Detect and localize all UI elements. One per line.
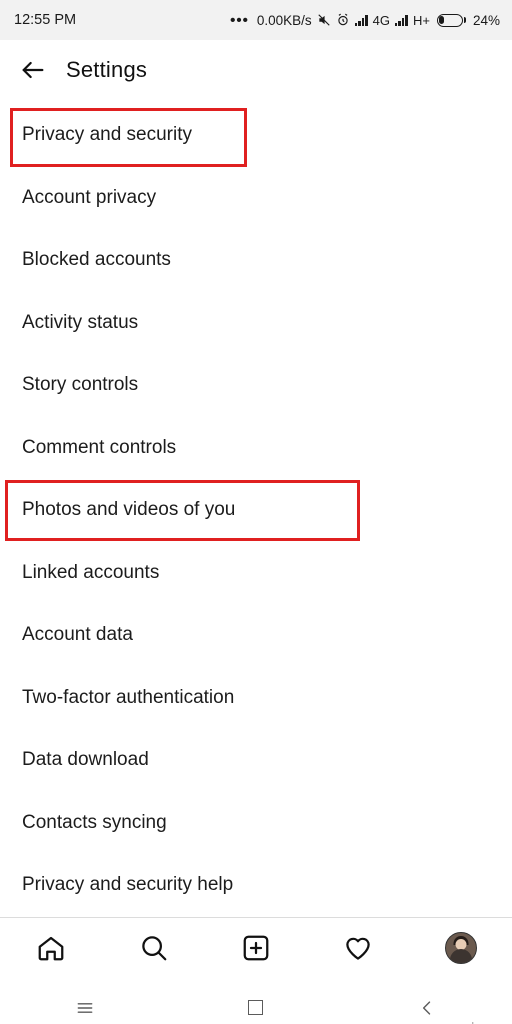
add-post-icon[interactable] xyxy=(227,925,285,971)
network-speed-label: 0.00KB/s xyxy=(256,12,312,28)
status-clock: 12:55 PM xyxy=(14,12,77,28)
settings-item-account-privacy[interactable]: Account privacy xyxy=(0,167,512,230)
settings-item-label: Contacts syncing xyxy=(22,811,167,833)
settings-item-label: Blocked accounts xyxy=(22,249,171,271)
settings-item-photos-and-videos-of-you[interactable]: Photos and videos of you xyxy=(0,479,512,542)
settings-item-label: Comment controls xyxy=(22,436,177,458)
settings-item-data-download[interactable]: Data download xyxy=(0,729,512,792)
status-bar-right: ••• 0.00KB/s 4G H+ 24% xyxy=(230,12,500,29)
settings-item-blocked-accounts[interactable]: Blocked accounts xyxy=(0,229,512,292)
settings-item-two-factor-authentication[interactable]: Two-factor authentication xyxy=(0,667,512,730)
bottom-nav-bar xyxy=(0,916,512,979)
page-title: Settings xyxy=(66,57,148,82)
settings-item-account-data[interactable]: Account data xyxy=(0,604,512,667)
signal-bars-icon-2 xyxy=(394,14,408,26)
watermark: wsxdn.com xyxy=(449,1021,504,1024)
settings-item-label: Privacy and security help xyxy=(22,874,234,896)
settings-item-label: Activity status xyxy=(22,311,139,333)
search-icon[interactable] xyxy=(125,925,183,971)
status-bar-left: 12:55 PM xyxy=(14,12,76,28)
mute-icon xyxy=(317,13,331,27)
settings-item-label: Account data xyxy=(22,624,133,646)
settings-item-privacy-and-security-help[interactable]: Privacy and security help xyxy=(0,854,512,917)
back-chevron-icon[interactable] xyxy=(397,988,457,1024)
app-bar: Settings xyxy=(0,40,512,100)
alarm-icon xyxy=(336,13,350,27)
network-type-label-2: H+ xyxy=(412,12,430,28)
settings-item-privacy-and-security[interactable]: Privacy and security xyxy=(0,104,512,167)
battery-icon xyxy=(436,13,466,27)
settings-item-label: Privacy and security xyxy=(22,124,193,146)
settings-item-label: Two-factor authentication xyxy=(22,686,235,708)
status-bar: 12:55 PM ••• 0.00KB/s 4G H+ 24% xyxy=(0,0,512,40)
phone-screen: 12:55 PM ••• 0.00KB/s 4G H+ 24% Settings… xyxy=(0,0,512,1024)
settings-item-linked-accounts[interactable]: Linked accounts xyxy=(0,542,512,605)
settings-item-label: Account privacy xyxy=(22,186,157,208)
settings-item-label: Data download xyxy=(22,749,149,771)
network-type-label: 4G xyxy=(372,12,390,28)
settings-item-activity-status[interactable]: Activity status xyxy=(0,292,512,355)
settings-list: Privacy and security Account privacy Blo… xyxy=(0,100,512,917)
settings-item-label: Linked accounts xyxy=(22,561,160,583)
battery-percent-label: 24% xyxy=(472,12,500,28)
avatar xyxy=(444,932,477,964)
settings-item-label: Story controls xyxy=(22,374,139,396)
more-dots-icon: ••• xyxy=(230,11,249,29)
settings-item-label: Photos and videos of you xyxy=(22,499,236,521)
menu-icon[interactable] xyxy=(55,988,115,1024)
home-icon[interactable] xyxy=(22,925,80,971)
signal-bars-icon xyxy=(354,14,368,26)
home-square-icon[interactable] xyxy=(226,988,286,1024)
settings-item-comment-controls[interactable]: Comment controls xyxy=(0,417,512,480)
profile-avatar[interactable] xyxy=(432,925,490,971)
back-arrow-icon[interactable] xyxy=(16,53,50,87)
heart-icon[interactable] xyxy=(329,925,387,971)
settings-item-story-controls[interactable]: Story controls xyxy=(0,354,512,417)
settings-item-contacts-syncing[interactable]: Contacts syncing xyxy=(0,792,512,855)
system-nav-bar: wsxdn.com xyxy=(0,978,512,1024)
